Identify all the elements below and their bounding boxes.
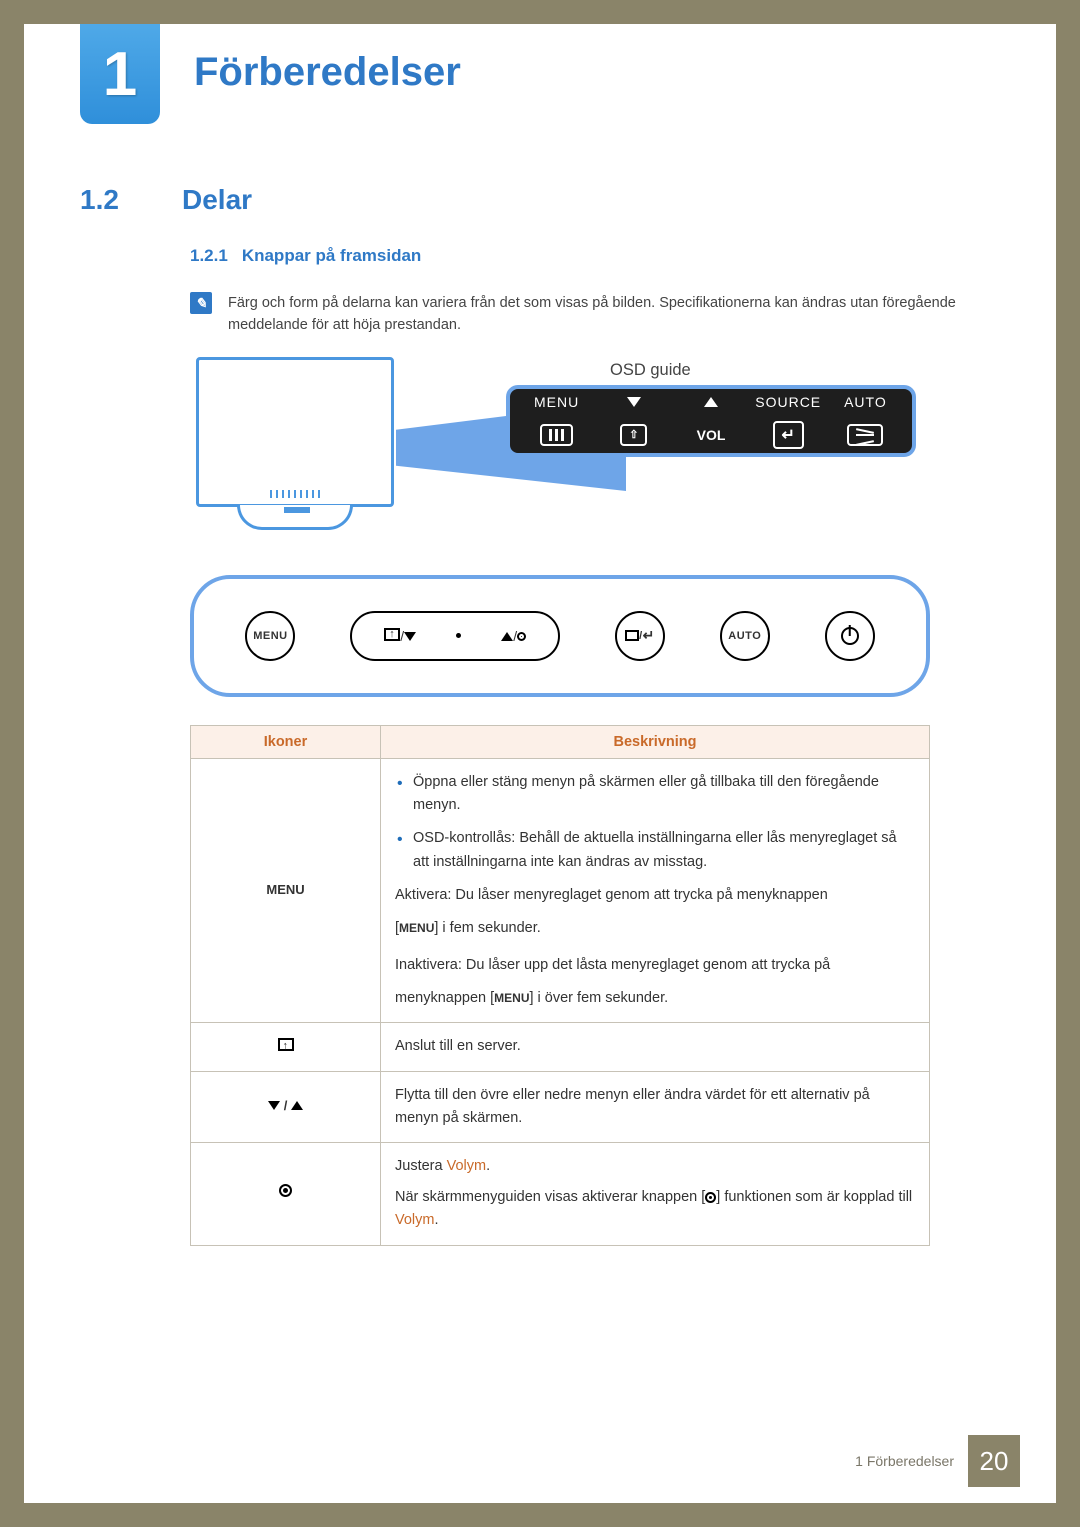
osd-panel: MENU ⇧ VOL SOURCE ↵ AUTO xyxy=(506,385,916,457)
osd-seg-down: ⇧ xyxy=(595,393,672,449)
th-icons: Ikoner xyxy=(191,725,381,758)
icon-connect xyxy=(191,1023,381,1071)
section-heading: 1.2 Delar xyxy=(80,184,1000,216)
section-title: Delar xyxy=(182,184,252,216)
osd-seg-auto: AUTO xyxy=(827,393,904,449)
up-rec-icon: / xyxy=(501,628,526,644)
osd-source-label: SOURCE xyxy=(755,393,821,411)
osd-enter-icon: ↵ xyxy=(773,421,804,449)
osd-menu-label: MENU xyxy=(534,393,579,411)
subsection-title: Knappar på framsidan xyxy=(242,246,422,266)
monitor-stand xyxy=(284,507,310,513)
menu-p3: menyknappen [MENU] i över fem sekunder. xyxy=(395,987,915,1010)
desc-menu: Öppna eller stäng menyn på skärmen eller… xyxy=(381,758,930,1023)
table-row: MENU Öppna eller stäng menyn på skärmen … xyxy=(191,758,930,1023)
table-row: Anslut till en server. xyxy=(191,1023,930,1071)
icon-record xyxy=(191,1143,381,1246)
btn-nav-pill: / / xyxy=(350,611,560,661)
osd-seg-source: SOURCE ↵ xyxy=(750,393,827,449)
btn-power xyxy=(825,611,875,661)
btn-source: /↵ xyxy=(615,611,665,661)
osd-down-icon: ⇧ xyxy=(620,424,647,446)
menu-p1a: Aktivera: Du låser menyreglaget genom at… xyxy=(395,884,915,907)
footer: 1 Förberedelser 20 xyxy=(855,1435,1020,1487)
triangle-up-icon xyxy=(704,397,718,407)
osd-menu-icon xyxy=(540,424,573,446)
menu-p2: Inaktivera: Du låser upp det låsta menyr… xyxy=(395,954,915,977)
osd-seg-menu: MENU xyxy=(518,393,595,449)
icon-menu: MENU xyxy=(191,758,381,1023)
th-desc: Beskrivning xyxy=(381,725,930,758)
menu-bullet-1: Öppna eller stäng menyn på skärmen eller… xyxy=(395,771,915,817)
monitor-illustration xyxy=(196,357,394,507)
content: 1.2 Delar 1.2.1 Knappar på framsidan ✎ F… xyxy=(80,184,1000,1246)
table-row: / Flytta till den övre eller nedre menyn… xyxy=(191,1071,930,1142)
description-table: Ikoner Beskrivning MENU Öppna eller stän… xyxy=(190,725,930,1246)
page: 1 Förberedelser 1.2 Delar 1.2.1 Knappar … xyxy=(24,24,1056,1503)
note-icon: ✎ xyxy=(190,292,212,314)
menu-p1b: [MENU] i fem sekunder. xyxy=(395,917,915,940)
note: ✎ Färg och form på delarna kan variera f… xyxy=(190,292,1000,337)
subsection-heading: 1.2.1 Knappar på framsidan xyxy=(190,246,1000,266)
btn-menu: MENU xyxy=(245,611,295,661)
desc-vol: Justera Volym. När skärmmenyguiden visas… xyxy=(381,1143,930,1246)
chapter-title: Förberedelser xyxy=(194,50,461,95)
osd-seg-up: VOL xyxy=(672,393,749,449)
table-row: Justera Volym. När skärmmenyguiden visas… xyxy=(191,1143,930,1246)
btn-auto: AUTO xyxy=(720,611,770,661)
section-number: 1.2 xyxy=(80,184,150,216)
connect-icon: / xyxy=(384,628,416,644)
osd-auto-label: AUTO xyxy=(844,393,887,411)
desc-connect: Anslut till en server. xyxy=(381,1023,930,1071)
record-icon xyxy=(705,1192,716,1203)
power-icon xyxy=(841,627,859,645)
menu-bullet-2: OSD-kontrollås: Behåll de aktuella instä… xyxy=(395,827,915,873)
chapter-tab: 1 xyxy=(80,24,160,124)
chapter-number: 1 xyxy=(103,39,137,110)
osd-vol-label: VOL xyxy=(697,427,726,443)
footer-page-number: 20 xyxy=(968,1435,1020,1487)
button-bar: MENU / / /↵ AUTO xyxy=(190,575,930,697)
monitor-decor xyxy=(270,490,320,498)
note-text: Färg och form på delarna kan variera frå… xyxy=(228,292,1000,337)
osd-guide-label: OSD guide xyxy=(610,361,691,380)
desc-arrows: Flytta till den övre eller nedre menyn e… xyxy=(381,1071,930,1142)
icon-arrows: / xyxy=(191,1071,381,1142)
dot-icon xyxy=(456,633,461,638)
footer-text: 1 Förberedelser xyxy=(855,1453,954,1469)
diagram: OSD guide MENU ⇧ VOL SOURCE ↵ xyxy=(190,357,1000,697)
osd-auto-icon xyxy=(847,424,883,446)
subsection-number: 1.2.1 xyxy=(190,246,228,266)
triangle-down-icon xyxy=(627,397,641,407)
